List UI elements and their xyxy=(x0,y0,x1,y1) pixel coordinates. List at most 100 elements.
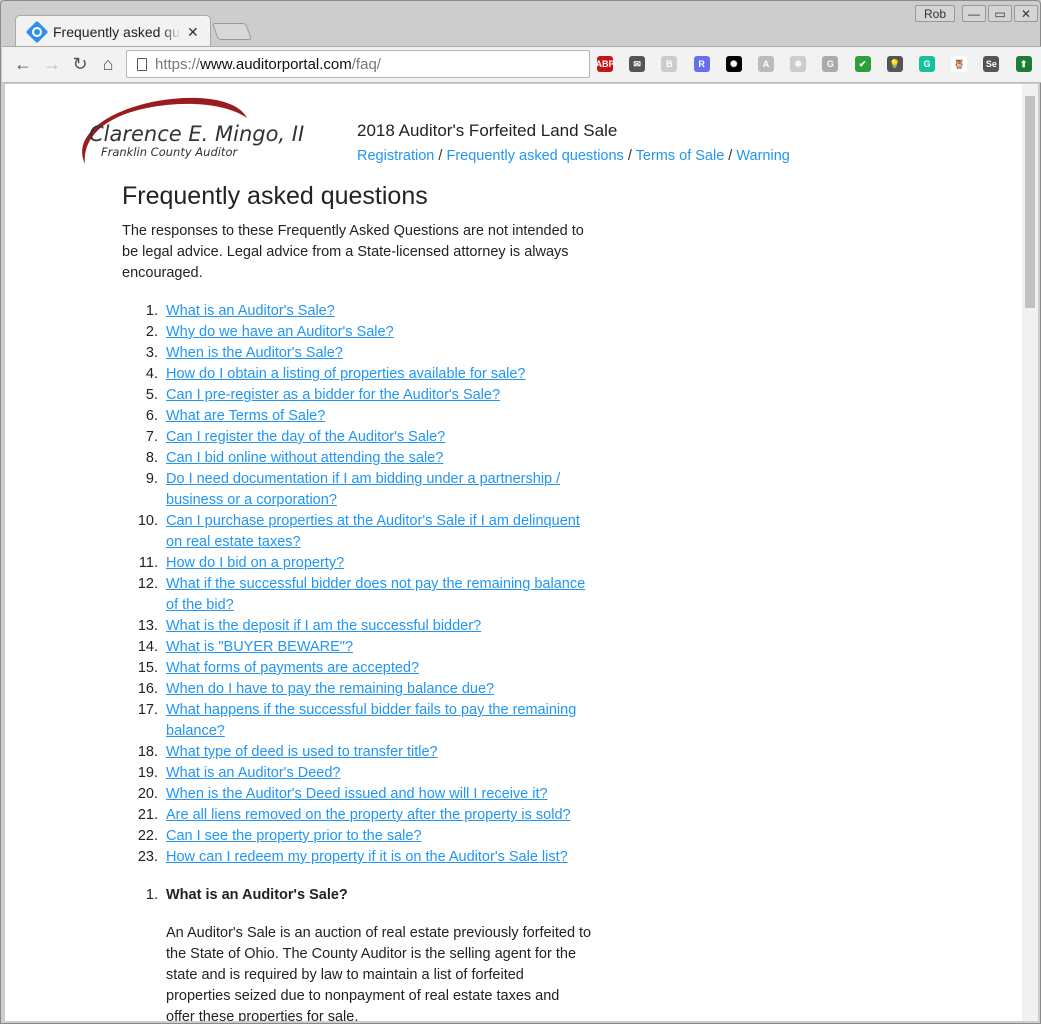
page-title: Frequently asked questions xyxy=(122,182,428,210)
question-link[interactable]: When is the Auditor's Deed issued and ho… xyxy=(166,786,548,802)
check-extension-icon[interactable]: ✔ xyxy=(854,56,871,72)
address-bar[interactable]: https://www.auditorportal.com/faq/ xyxy=(126,50,590,78)
question-item: Can I bid online without attending the s… xyxy=(162,448,592,469)
question-item: How do I bid on a property? xyxy=(162,553,592,574)
selenium-extension-icon[interactable]: Se xyxy=(983,56,1000,72)
question-item: Can I register the day of the Auditor's … xyxy=(162,427,592,448)
snow-extension-icon[interactable]: ❄ xyxy=(790,56,807,72)
close-window-button[interactable]: ✕ xyxy=(1014,5,1038,22)
svg-text:Franklin County Auditor: Franklin County Auditor xyxy=(101,145,238,159)
faq-content: Frequently asked questions The responses… xyxy=(122,182,602,1021)
upload-extension-icon[interactable]: ⬆ xyxy=(1015,56,1032,72)
browser-window: Frequently asked questions ✕ Rob — ▭ ✕ ←… xyxy=(0,0,1041,1024)
question-item: When do I have to pay the remaining bala… xyxy=(162,679,592,700)
question-item: Can I pre-register as a bidder for the A… xyxy=(162,385,592,406)
question-link[interactable]: How do I obtain a listing of properties … xyxy=(166,366,525,382)
site-title: 2018 Auditor's Forfeited Land Sale xyxy=(357,121,618,140)
home-icon[interactable]: ⌂ xyxy=(97,54,119,75)
question-item: Are all liens removed on the property af… xyxy=(162,805,592,826)
nav-registration[interactable]: Registration xyxy=(357,148,434,164)
question-item: What is an Auditor's Deed? xyxy=(162,763,592,784)
r-extension-icon[interactable]: R xyxy=(693,56,710,72)
question-link[interactable]: What if the successful bidder does not p… xyxy=(166,576,585,613)
question-link[interactable]: How can I redeem my property if it is on… xyxy=(166,849,568,865)
g-extension-icon[interactable]: G xyxy=(822,56,839,72)
question-item: What is the deposit if I am the successf… xyxy=(162,616,592,637)
url-path: /faq/ xyxy=(351,55,381,73)
page-icon xyxy=(137,57,147,71)
question-item: Can I purchase properties at the Auditor… xyxy=(162,511,592,553)
question-item: What happens if the successful bidder fa… xyxy=(162,700,592,742)
question-item: Can I see the property prior to the sale… xyxy=(162,826,592,847)
question-link[interactable]: When is the Auditor's Sale? xyxy=(166,345,343,361)
question-link[interactable]: What is the deposit if I am the successf… xyxy=(166,618,481,634)
site-nav: Registration / Frequently asked question… xyxy=(357,148,790,164)
nav-warning[interactable]: Warning xyxy=(736,148,789,164)
tab-title: Frequently asked questions xyxy=(53,24,181,40)
answer-item: What is an Auditor's Sale? An Auditor's S… xyxy=(162,885,592,1021)
question-link[interactable]: Can I bid online without attending the s… xyxy=(166,450,443,466)
star-extension-icon[interactable]: ✺ xyxy=(725,56,742,72)
scrollbar-thumb[interactable] xyxy=(1025,96,1035,308)
question-link[interactable]: What is "BUYER BEWARE"? xyxy=(166,639,353,655)
question-item: What forms of payments are accepted? xyxy=(162,658,592,679)
question-item: Why do we have an Auditor's Sale? xyxy=(162,322,592,343)
nav-terms-of-sale[interactable]: Terms of Sale xyxy=(636,148,725,164)
owl-extension-icon[interactable]: 🦉 xyxy=(951,56,968,72)
question-item: What type of deed is used to transfer ti… xyxy=(162,742,592,763)
question-link[interactable]: Are all liens removed on the property af… xyxy=(166,807,571,823)
url-scheme: https:// xyxy=(155,55,201,73)
question-item: How can I redeem my property if it is on… xyxy=(162,847,592,868)
auditor-logo[interactable]: Clarence E. Mingo, II Franklin County Au… xyxy=(77,96,347,166)
page-content: Clarence E. Mingo, II Franklin County Au… xyxy=(5,84,1022,1021)
minimize-button[interactable]: — xyxy=(962,5,986,22)
reload-icon[interactable]: ↻ xyxy=(69,54,91,75)
tab-close-icon[interactable]: ✕ xyxy=(187,24,199,41)
svg-text:Clarence E. Mingo, II: Clarence E. Mingo, II xyxy=(89,122,304,146)
question-link[interactable]: What happens if the successful bidder fa… xyxy=(166,702,576,739)
scrollbar[interactable] xyxy=(1022,84,1038,1021)
answer-heading: What is an Auditor's Sale? xyxy=(166,887,348,903)
question-link[interactable]: What forms of payments are accepted? xyxy=(166,660,419,676)
adblock-plus-extension-icon[interactable]: ABP xyxy=(596,56,615,72)
question-item: What if the successful bidder does not p… xyxy=(162,574,592,616)
intro-text: The responses to these Frequently Asked … xyxy=(122,223,584,281)
question-item: What is "BUYER BEWARE"? xyxy=(162,637,592,658)
site-favicon-icon xyxy=(25,20,49,44)
forward-icon[interactable]: → xyxy=(41,54,63,75)
maximize-button[interactable]: ▭ xyxy=(988,5,1012,22)
question-link[interactable]: Why do we have an Auditor's Sale? xyxy=(166,324,394,340)
question-item: How do I obtain a listing of properties … xyxy=(162,364,592,385)
nav-faq[interactable]: Frequently asked questions xyxy=(446,148,623,164)
question-link[interactable]: What is an Auditor's Deed? xyxy=(166,765,340,781)
question-link[interactable]: What is an Auditor's Sale? xyxy=(166,303,335,319)
question-link[interactable]: What type of deed is used to transfer ti… xyxy=(166,744,438,760)
b-extension-icon[interactable]: B xyxy=(661,56,678,72)
answer-list: What is an Auditor's Sale? An Auditor's S… xyxy=(162,885,592,1021)
ad-extension-icon[interactable]: A xyxy=(758,56,774,72)
question-link[interactable]: What are Terms of Sale? xyxy=(166,408,325,424)
profile-button[interactable]: Rob xyxy=(915,5,955,22)
back-icon[interactable]: ← xyxy=(12,54,34,75)
tab-content[interactable]: Frequently asked questions ✕ xyxy=(25,17,211,47)
bulb-extension-icon[interactable]: 💡 xyxy=(886,56,903,72)
question-link[interactable]: When do I have to pay the remaining bala… xyxy=(166,681,494,697)
grammarly-extension-icon[interactable]: G xyxy=(919,56,935,72)
question-link[interactable]: Can I pre-register as a bidder for the A… xyxy=(166,387,500,403)
question-link[interactable]: Can I register the day of the Auditor's … xyxy=(166,429,445,445)
question-link[interactable]: Do I need documentation if I am bidding … xyxy=(166,471,560,508)
question-item: What is an Auditor's Sale? xyxy=(162,301,592,322)
question-item: What are Terms of Sale? xyxy=(162,406,592,427)
toolbar: ← → ↻ ⌂ https://www.auditorportal.com/fa… xyxy=(2,46,1041,83)
question-list: What is an Auditor's Sale? Why do we have… xyxy=(162,301,592,868)
new-tab-button[interactable] xyxy=(211,23,253,40)
url-host: www.auditorportal.com xyxy=(200,55,352,73)
question-item: Do I need documentation if I am bidding … xyxy=(162,469,592,511)
question-link[interactable]: Can I see the property prior to the sale… xyxy=(166,828,422,844)
mail-extension-icon[interactable]: ✉ xyxy=(629,56,646,72)
question-item: When is the Auditor's Sale? xyxy=(162,343,592,364)
question-item: When is the Auditor's Deed issued and ho… xyxy=(162,784,592,805)
question-link[interactable]: Can I purchase properties at the Auditor… xyxy=(166,513,580,550)
question-link[interactable]: How do I bid on a property? xyxy=(166,555,344,571)
answer-text: An Auditor's Sale is an auction of real … xyxy=(166,925,592,1021)
